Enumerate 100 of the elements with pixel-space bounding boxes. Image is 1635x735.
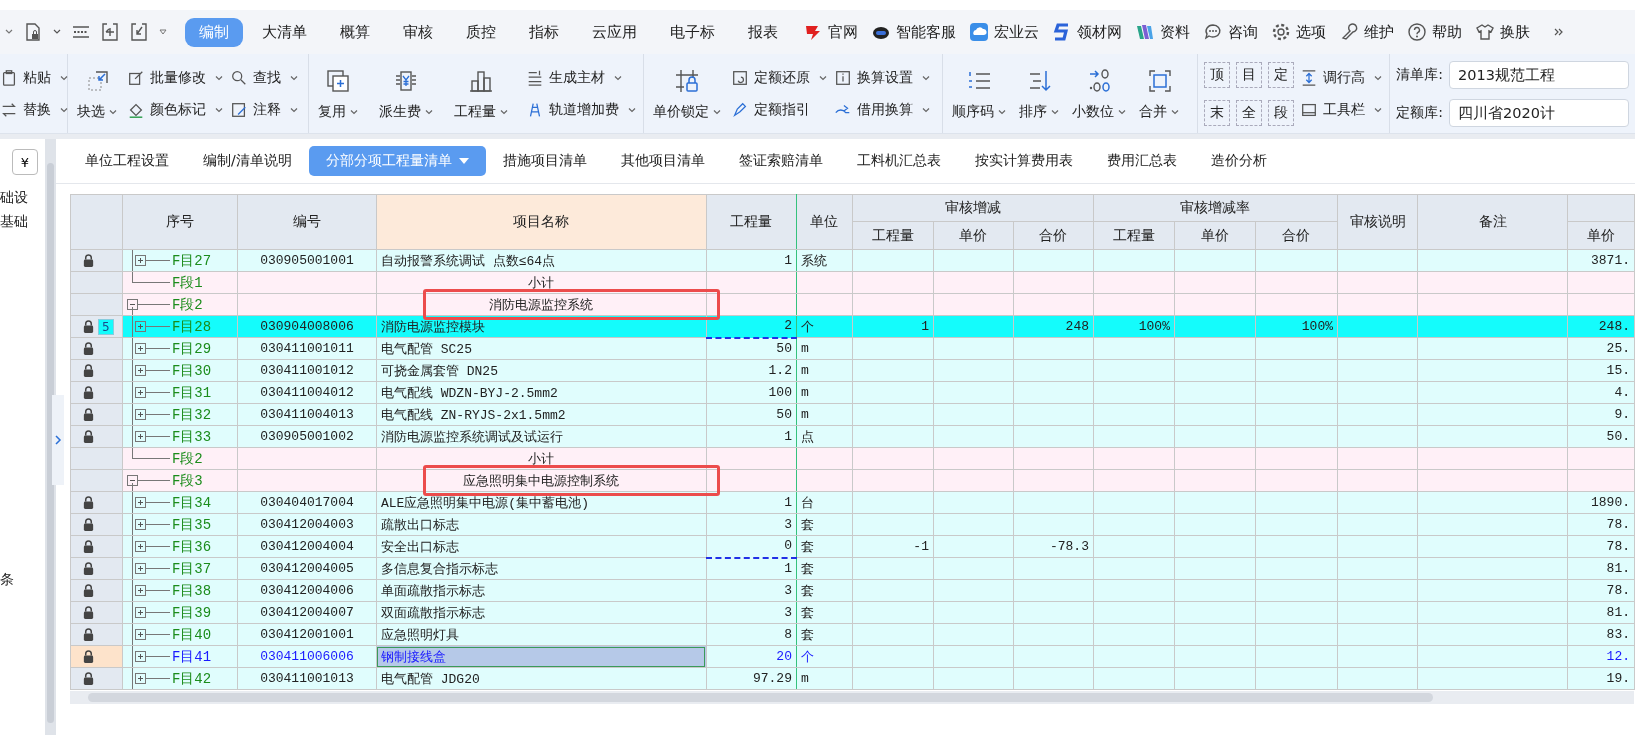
toolbar-button[interactable]: 替换 <box>0 100 69 119</box>
toolbar-button[interactable]: 单价锁定 <box>649 66 725 121</box>
table-row[interactable]: F目38 030412004006 单面疏散指示标志 3 套 78. <box>70 579 1635 602</box>
export-icon[interactable] <box>129 22 149 42</box>
padlock-icon[interactable] <box>81 363 95 378</box>
expand-toggle[interactable] <box>134 409 146 420</box>
column-header[interactable]: 项目名称 <box>376 194 707 250</box>
toolbar-button[interactable]: 工程量 <box>450 66 512 121</box>
column-header[interactable]: 合价 <box>1255 221 1338 250</box>
sheet-tab[interactable]: 编制/清单说明 <box>185 146 309 176</box>
padlock-icon[interactable] <box>81 495 95 510</box>
menu-tab[interactable]: 云应用 <box>578 17 651 47</box>
padlock-icon[interactable] <box>81 517 95 532</box>
sheet-tab[interactable]: 造价分析 <box>1193 146 1284 176</box>
expand-toggle[interactable] <box>134 585 146 596</box>
customize-caret-icon[interactable] <box>158 27 168 37</box>
toolbar-button[interactable]: 块选 <box>74 66 121 121</box>
library-field[interactable]: 四川省2020计 <box>1449 98 1629 127</box>
padlock-icon[interactable] <box>81 583 95 598</box>
column-header[interactable]: 单价 <box>1174 221 1256 250</box>
toolbar-link[interactable]: 资料 <box>1135 22 1190 42</box>
menu-tab[interactable]: 指标 <box>515 17 573 47</box>
padlock-icon[interactable] <box>81 627 95 642</box>
sheet-tab[interactable]: 工料机汇总表 <box>839 146 958 176</box>
jump-button[interactable]: 顶 <box>1204 61 1231 88</box>
toolbar-button[interactable]: 借用换算 <box>833 100 931 119</box>
library-field[interactable]: 2013规范工程 <box>1449 60 1629 89</box>
padlock-icon[interactable] <box>81 319 95 334</box>
toolbar-button[interactable]: 定额指引 <box>730 100 828 119</box>
expand-toggle[interactable] <box>134 651 146 662</box>
toolbar-link[interactable]: 咨询 <box>1203 22 1258 42</box>
padlock-icon[interactable] <box>81 605 95 620</box>
expand-toggle[interactable] <box>134 519 146 530</box>
toolbar-link[interactable]: 维护 <box>1339 22 1394 42</box>
table-row[interactable]: F目37 030412004005 多信息复合指示标志 1 套 81. <box>70 557 1635 580</box>
sidebar-item[interactable]: 础设 <box>0 189 46 207</box>
jump-button[interactable]: 定 <box>1268 61 1295 88</box>
currency-button[interactable]: ¥ <box>12 149 38 175</box>
toolbar-button[interactable]: 批量修改 <box>127 68 224 87</box>
jump-button[interactable]: 末 <box>1204 99 1231 126</box>
table-row[interactable]: F目30 030411001012 可挠金属套管 DN25 1.2 m 15. <box>70 359 1635 382</box>
padlock-icon[interactable] <box>81 385 95 400</box>
column-header[interactable]: 单价 <box>933 221 1014 250</box>
toolbar-button[interactable]: 查找 <box>230 68 299 87</box>
menu-tab[interactable]: 审核 <box>389 17 447 47</box>
padlock-icon[interactable] <box>81 561 95 576</box>
toolbar-button[interactable]: 调行高 <box>1300 68 1384 87</box>
toolbar-link[interactable]: 帮助 <box>1407 22 1462 42</box>
padlock-icon[interactable] <box>81 253 95 268</box>
column-header[interactable]: 序号 <box>122 194 238 250</box>
padlock-icon[interactable] <box>81 539 95 554</box>
expand-toggle[interactable] <box>134 343 146 354</box>
sheet-tab[interactable]: 按实计算费用表 <box>957 146 1090 176</box>
toolbar-link[interactable]: 智能客服 <box>871 22 956 42</box>
table-row[interactable]: F目33 030905001002 消防电源监控系统调试及试运行 1 点 50. <box>70 425 1635 448</box>
expand-toggle[interactable] <box>134 541 146 552</box>
column-header[interactable]: 备注 <box>1417 194 1568 250</box>
jump-button[interactable]: 段 <box>1268 99 1295 126</box>
toolbar-link[interactable]: 选项 <box>1271 22 1326 42</box>
jump-button[interactable]: 目 <box>1236 61 1263 88</box>
padlock-icon[interactable] <box>81 429 95 444</box>
sheet-tab[interactable]: 单位工程设置 <box>67 146 186 176</box>
toolbar-button[interactable]: 换算设置 <box>833 68 931 87</box>
column-header[interactable]: 合价 <box>1013 221 1094 250</box>
toolbar-button[interactable]: 顺序码 <box>949 66 1011 121</box>
expand-toggle[interactable] <box>134 607 146 618</box>
sheet-tab[interactable]: 费用汇总表 <box>1089 146 1194 176</box>
sheet-tab[interactable]: 签证索赔清单 <box>721 146 840 176</box>
expand-toggle[interactable] <box>134 365 146 376</box>
expand-toggle[interactable] <box>134 431 146 442</box>
table-row[interactable]: F目39 030412004007 双面疏散指示标志 3 套 81. <box>70 601 1635 624</box>
toolbar-button[interactable]: 派生费 <box>375 66 437 121</box>
column-header[interactable]: 审核说明 <box>1337 194 1418 250</box>
expand-toggle[interactable] <box>134 629 146 640</box>
toolbar-button[interactable]: 排序 <box>1016 66 1064 121</box>
toolbar-link[interactable]: 官网 <box>803 22 858 42</box>
column-header[interactable]: 工程量 <box>1093 221 1175 250</box>
padlock-icon[interactable] <box>81 341 95 356</box>
expand-toggle[interactable] <box>126 475 138 486</box>
toolbar-button[interactable]: 复用 <box>314 66 362 121</box>
table-row[interactable]: F目32 030411004013 电气配线 ZN-RYJS-2x1.5mm2 50 m 9. <box>70 403 1635 426</box>
column-header[interactable]: 工程量 <box>706 194 797 250</box>
table-row[interactable]: F目36 030412004004 安全出口标志 0 套 -1 -78.3 78. <box>70 535 1635 558</box>
table-row[interactable]: F目29 030411001011 电气配管 SC25 50 m 25. <box>70 337 1635 360</box>
sidebar-item[interactable]: 基础 <box>0 213 46 231</box>
table-row[interactable]: F目27 030905001001 自动报警系统调试 点数≤64点 1 系统 3871. <box>70 249 1635 272</box>
padlock-icon[interactable] <box>81 671 95 686</box>
menu-tab[interactable]: 报表 <box>734 17 792 47</box>
expand-toggle[interactable] <box>134 255 146 266</box>
expand-toggle[interactable] <box>134 321 146 332</box>
toolbar-button[interactable]: 粘贴 <box>0 68 69 87</box>
document-lock-icon[interactable] <box>23 22 43 42</box>
toolbar-button[interactable]: 小数位 <box>1069 66 1131 121</box>
column-header[interactable]: 编号 <box>237 194 377 250</box>
toolbar-button[interactable]: 生成主材 <box>525 68 637 87</box>
expand-toggle[interactable] <box>134 387 146 398</box>
menu-tab[interactable]: 质控 <box>452 17 510 47</box>
table-row[interactable]: F目42 030411001013 电气配管 JDG20 97.29 m 19. <box>70 667 1635 690</box>
column-header[interactable]: 单位 <box>796 194 853 250</box>
menu-tab[interactable]: 概算 <box>326 17 384 47</box>
